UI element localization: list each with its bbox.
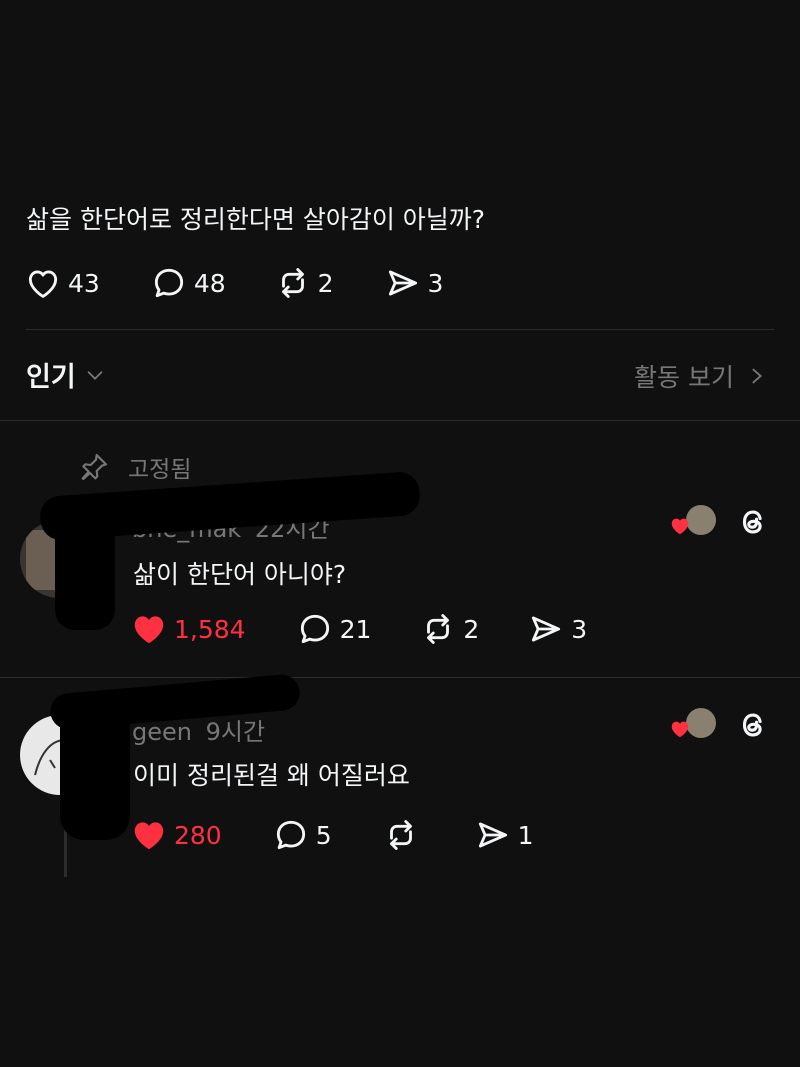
share-count: 3: [427, 268, 444, 298]
share-icon: [478, 822, 507, 848]
comment-actions: 1,584 21 2 3: [130, 610, 587, 648]
pinned-label: 고정됨: [128, 457, 192, 483]
like-button[interactable]: 1,584: [130, 610, 246, 648]
reply-button[interactable]: 5: [272, 816, 332, 854]
pinned-indicator: 고정됨: [78, 450, 191, 484]
heart-icon: [671, 721, 689, 738]
divider: [0, 677, 800, 678]
reply-count: 5: [315, 820, 332, 850]
divider: [0, 420, 800, 421]
threads-icon[interactable]: [736, 708, 770, 742]
reply-count: 21: [339, 614, 372, 644]
share-button[interactable]: 3: [527, 610, 587, 648]
reply-button[interactable]: 21: [296, 610, 372, 648]
repost-icon: [427, 614, 450, 644]
post-text: 삶을 한단어로 정리한다면 살아감이 아닐까?: [26, 205, 486, 234]
repost-button[interactable]: 2: [274, 264, 334, 302]
threads-icon[interactable]: [736, 505, 770, 539]
heart-icon: [134, 822, 164, 850]
like-count: 1,584: [174, 614, 246, 644]
comment-text: 이미 정리된걸 왜 어질러요: [133, 761, 410, 790]
avatar-photo: [26, 530, 56, 590]
comment-side-icons: [668, 708, 770, 742]
repost-icon: [389, 820, 412, 850]
repost-button[interactable]: 2: [419, 610, 479, 648]
repost-icon: [281, 268, 304, 298]
comment-side-icons: [668, 505, 770, 539]
like-count: 43: [68, 268, 100, 298]
like-button[interactable]: 280: [130, 816, 222, 854]
heart-icon: [28, 270, 58, 298]
redaction-mark: [60, 700, 130, 840]
repost-button[interactable]: [382, 816, 426, 854]
chevron-right-icon: [752, 368, 763, 384]
comment-text: 삶이 한단어 아니야?: [133, 560, 347, 589]
sort-dropdown[interactable]: 인기: [26, 355, 106, 394]
author-liked-badge: [668, 708, 718, 742]
divider: [26, 329, 774, 330]
author-liked-badge: [668, 505, 718, 539]
comment-icon: [276, 820, 305, 850]
like-button[interactable]: 43: [24, 264, 100, 302]
reply-count: 48: [193, 268, 226, 298]
share-count: 1: [517, 820, 534, 850]
chevron-down-icon: [87, 370, 103, 380]
comment-icon: [300, 614, 329, 644]
sort-label: 인기: [26, 362, 76, 393]
reply-button[interactable]: 48: [150, 264, 226, 302]
heart-icon: [671, 518, 689, 535]
activity-label: 활동 보기: [634, 363, 734, 392]
share-icon: [388, 270, 417, 296]
view-activity-link[interactable]: 활동 보기: [634, 358, 766, 394]
comment-icon: [154, 268, 183, 298]
timestamp: 9시간: [205, 718, 266, 746]
share-count: 3: [571, 614, 588, 644]
share-icon: [532, 616, 561, 642]
share-button[interactable]: 1: [474, 816, 534, 854]
like-count: 280: [174, 820, 222, 850]
repost-count: 2: [463, 614, 480, 644]
repost-count: 2: [317, 268, 334, 298]
post-actions: 43 48 2 3: [24, 264, 443, 302]
comment-actions: 280 5 1: [130, 816, 534, 854]
redaction-mark: [55, 510, 115, 630]
share-button[interactable]: 3: [384, 264, 444, 302]
heart-icon: [134, 616, 164, 644]
pin-icon: [81, 453, 108, 481]
